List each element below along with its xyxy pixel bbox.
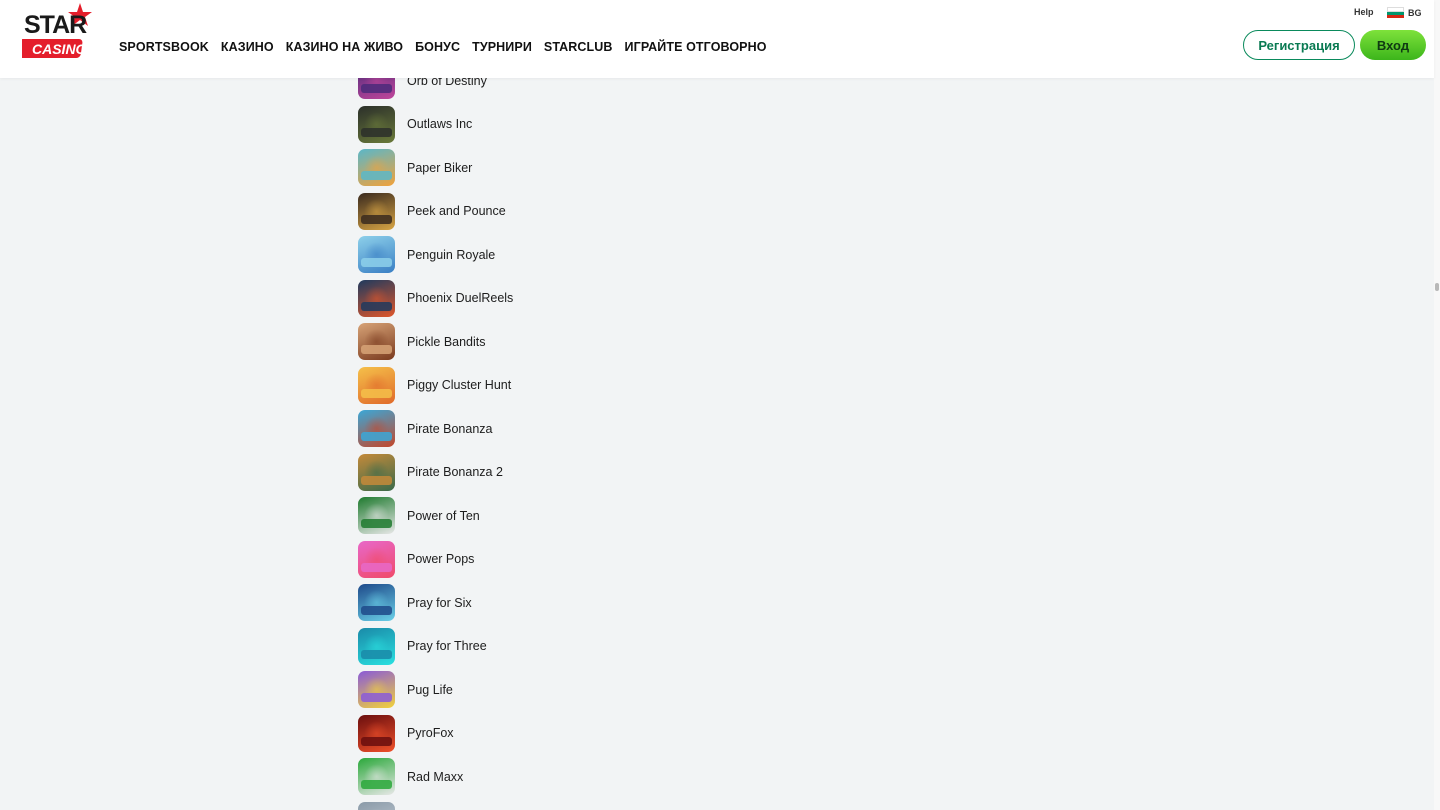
game-thumbnail[interactable]	[358, 105, 395, 143]
game-list-item[interactable]: Penguin Royale	[358, 233, 513, 277]
game-list-item[interactable]: Pirate Bonanza 2	[358, 451, 513, 495]
help-link[interactable]: Help	[1354, 7, 1374, 17]
main-nav: SPORTSBOOK КАЗИНО КАЗИНО НА ЖИВО БОНУС Т…	[119, 40, 767, 54]
game-list-item[interactable]: Paper Biker	[358, 146, 513, 190]
game-list-item[interactable]	[358, 799, 513, 810]
game-title[interactable]: Piggy Cluster Hunt	[407, 378, 511, 392]
game-list-item[interactable]: Phoenix DuelReels	[358, 277, 513, 321]
game-list: Orb of Destiny Outlaws Inc Paper Biker Peek…	[358, 59, 513, 810]
game-title[interactable]: Rad Maxx	[407, 770, 463, 784]
game-list-item[interactable]: Piggy Cluster Hunt	[358, 364, 513, 408]
register-button[interactable]: Регистрация	[1243, 30, 1355, 60]
game-list-item[interactable]: Pickle Bandits	[358, 320, 513, 364]
site-header: STAR CASINO SPORTSBOOK КАЗИНО КАЗИНО НА …	[0, 0, 1434, 78]
language-selector[interactable]: BG	[1387, 7, 1422, 18]
game-thumbnail[interactable]	[358, 801, 395, 810]
game-thumbnail[interactable]	[358, 279, 395, 317]
game-list-item[interactable]: Power of Ten	[358, 494, 513, 538]
game-thumbnail[interactable]	[358, 323, 395, 361]
svg-text:STAR: STAR	[24, 11, 87, 39]
nav-tournaments[interactable]: ТУРНИРИ	[472, 40, 532, 54]
game-title[interactable]: Paper Biker	[407, 161, 472, 175]
scrollbar-thumb[interactable]	[1435, 283, 1439, 291]
game-title[interactable]: Outlaws Inc	[407, 117, 472, 131]
game-thumbnail[interactable]	[358, 192, 395, 230]
nav-casino[interactable]: КАЗИНО	[221, 40, 274, 54]
game-thumbnail[interactable]	[358, 671, 395, 709]
login-button[interactable]: Вход	[1360, 30, 1426, 60]
game-thumbnail[interactable]	[358, 758, 395, 796]
game-list-item[interactable]: Pray for Three	[358, 625, 513, 669]
game-thumbnail[interactable]	[358, 410, 395, 448]
game-list-item[interactable]: Outlaws Inc	[358, 103, 513, 147]
svg-text:CASINO: CASINO	[32, 41, 87, 57]
game-title[interactable]: Peek and Pounce	[407, 204, 506, 218]
game-thumbnail[interactable]	[358, 366, 395, 404]
game-thumbnail[interactable]	[358, 236, 395, 274]
nav-live-casino[interactable]: КАЗИНО НА ЖИВО	[286, 40, 403, 54]
game-thumbnail[interactable]	[358, 453, 395, 491]
game-list-item[interactable]: Power Pops	[358, 538, 513, 582]
game-thumbnail[interactable]	[358, 497, 395, 535]
language-code: BG	[1408, 7, 1422, 18]
starcasino-logo[interactable]: STAR CASINO	[22, 3, 94, 61]
game-title[interactable]: Pirate Bonanza 2	[407, 465, 503, 479]
game-title[interactable]: Pickle Bandits	[407, 335, 486, 349]
game-title[interactable]: Pray for Three	[407, 639, 487, 653]
game-title[interactable]: PyroFox	[407, 726, 454, 740]
game-thumbnail[interactable]	[358, 540, 395, 578]
game-list-item[interactable]: PyroFox	[358, 712, 513, 756]
nav-sportsbook[interactable]: SPORTSBOOK	[119, 40, 209, 54]
game-list-item[interactable]: Peek and Pounce	[358, 190, 513, 234]
game-title[interactable]: Phoenix DuelReels	[407, 291, 513, 305]
game-thumbnail[interactable]	[358, 627, 395, 665]
game-title[interactable]: Power Pops	[407, 552, 474, 566]
game-list-item[interactable]: Pug Life	[358, 668, 513, 712]
game-title[interactable]: Pirate Bonanza	[407, 422, 492, 436]
nav-bonus[interactable]: БОНУС	[415, 40, 460, 54]
nav-starclub[interactable]: STARCLUB	[544, 40, 613, 54]
game-list-item[interactable]: Rad Maxx	[358, 755, 513, 799]
game-title[interactable]: Pug Life	[407, 683, 453, 697]
game-title[interactable]: Penguin Royale	[407, 248, 495, 262]
game-list-item[interactable]: Pirate Bonanza	[358, 407, 513, 451]
bulgaria-flag-icon	[1387, 7, 1404, 18]
page-scrollbar[interactable]	[1434, 0, 1440, 810]
game-thumbnail[interactable]	[358, 149, 395, 187]
game-thumbnail[interactable]	[358, 714, 395, 752]
game-list-item[interactable]: Pray for Six	[358, 581, 513, 625]
game-title[interactable]: Pray for Six	[407, 596, 472, 610]
nav-responsible-gaming[interactable]: ИГРАЙТЕ ОТГОВОРНО	[625, 40, 767, 54]
game-title[interactable]: Power of Ten	[407, 509, 480, 523]
game-thumbnail[interactable]	[358, 584, 395, 622]
